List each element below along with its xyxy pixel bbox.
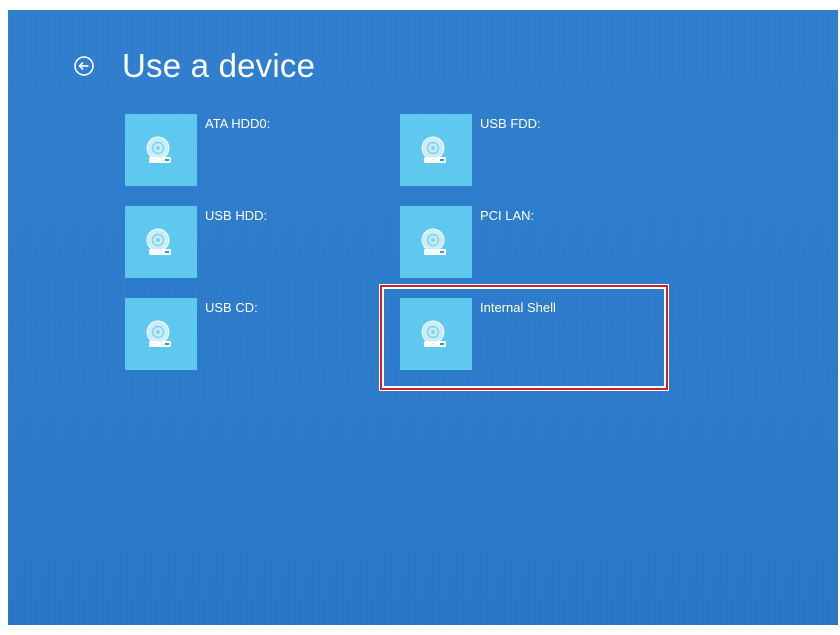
device-label: PCI LAN: bbox=[480, 208, 535, 223]
page-title: Use a device bbox=[122, 47, 316, 84]
device-tile-internal-shell[interactable]: Internal Shell bbox=[400, 298, 684, 390]
device-tile-usb-hdd[interactable]: USB HDD: bbox=[125, 206, 409, 298]
disk-drive-icon bbox=[400, 298, 472, 370]
device-tile-usb-cd[interactable]: USB CD: bbox=[125, 298, 409, 390]
disk-drive-icon bbox=[400, 114, 472, 186]
device-label: USB HDD: bbox=[205, 208, 268, 223]
device-tile-pci-lan[interactable]: PCI LAN: bbox=[400, 206, 684, 298]
disk-drive-icon bbox=[125, 206, 197, 278]
device-tile-usb-fdd[interactable]: USB FDD: bbox=[400, 114, 684, 206]
device-label: USB CD: bbox=[205, 300, 258, 315]
device-label: Internal Shell bbox=[480, 300, 556, 315]
device-label: ATA HDD0: bbox=[205, 116, 271, 131]
back-arrow-circle-icon[interactable] bbox=[72, 54, 96, 78]
disk-drive-icon bbox=[125, 298, 197, 370]
disk-drive-icon bbox=[400, 206, 472, 278]
page-header: Use a device bbox=[72, 46, 315, 86]
device-label: USB FDD: bbox=[480, 116, 541, 131]
device-tile-ata-hdd0[interactable]: ATA HDD0: bbox=[125, 114, 409, 206]
boot-options-screen: Use a device ATA HDD0: USB HDD: USB CD: … bbox=[8, 10, 838, 625]
disk-drive-icon bbox=[125, 114, 197, 186]
